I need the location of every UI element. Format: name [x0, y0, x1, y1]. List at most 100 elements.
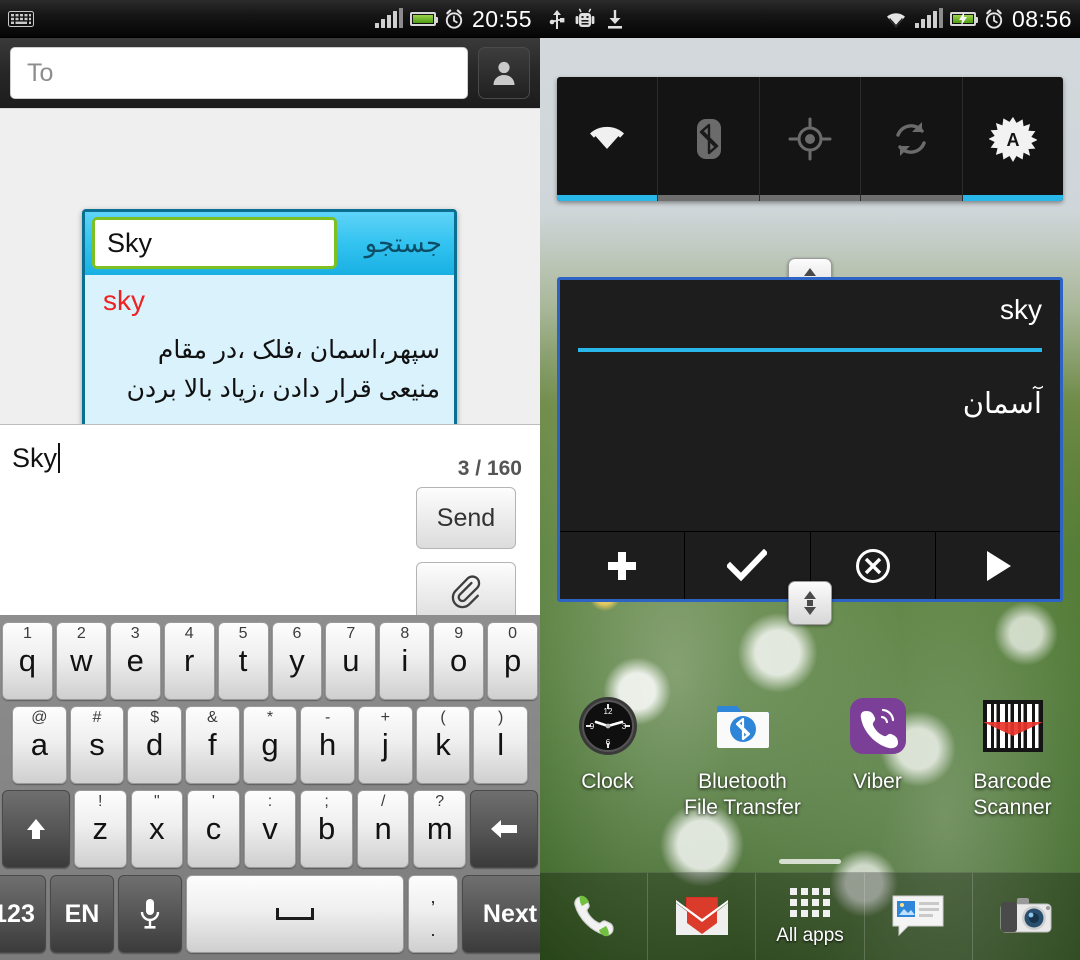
key-x[interactable]: " x	[130, 790, 184, 868]
keyboard-row-3: ! z " x ' c: v; b / n? m	[0, 787, 540, 871]
shift-key[interactable]	[2, 790, 70, 868]
key-label: y	[289, 643, 305, 678]
key-label: h	[319, 727, 337, 762]
download-icon	[604, 8, 626, 30]
key-alt-label: 3	[130, 625, 140, 642]
numeric-key[interactable]: 123	[0, 875, 46, 953]
key-alt-label: ;	[324, 793, 329, 810]
key-a[interactable]: @ a	[11, 706, 67, 784]
key-w[interactable]: 2w	[55, 622, 107, 700]
key-alt-label: &	[206, 709, 218, 726]
analog-clock-icon: 12 3 6 9	[577, 695, 639, 757]
period-label: .	[430, 920, 436, 940]
spacebar-icon	[276, 908, 314, 920]
app-label: Clock	[581, 770, 634, 793]
key-alt-label: 9	[454, 625, 464, 642]
dock-all-apps[interactable]: All apps	[756, 873, 865, 960]
svg-text:12: 12	[603, 707, 612, 716]
bluetooth-folder-icon	[712, 695, 774, 757]
key-q[interactable]: 1q	[1, 622, 53, 700]
app-viber[interactable]: Viber	[810, 695, 945, 820]
onscreen-keyboard[interactable]: 1q2w3e4r5t6y7u8i9o0p @ a # s $ d & f * g - h + j(k) l …	[0, 615, 540, 960]
message-input[interactable]: Sky	[12, 443, 61, 474]
dock-gmail[interactable]	[648, 873, 757, 960]
language-key[interactable]: EN	[50, 875, 114, 953]
key-alt-label: '	[211, 793, 215, 810]
key-s[interactable]: # s	[69, 706, 125, 784]
key-u[interactable]: 7u	[325, 622, 377, 700]
key-d[interactable]: $ d	[127, 706, 182, 784]
circle-x-icon	[854, 547, 892, 585]
key-m[interactable]: ? m	[413, 790, 467, 868]
key-r[interactable]: 4r	[163, 622, 215, 700]
key-o[interactable]: 9o	[433, 622, 485, 700]
gps-toggle[interactable]	[759, 77, 862, 201]
dock-phone[interactable]	[540, 873, 649, 960]
key-g[interactable]: * g	[242, 706, 298, 784]
compose-body: Sky جستجو sky سپهر،اسمان ،فلک ،در مقام م…	[0, 108, 540, 724]
contact-picker-button[interactable]	[478, 47, 530, 99]
left-phone-screen: 20:55 To Sky جستجو sky سپهر،اسمان ،فلک ،…	[0, 0, 540, 960]
wifi-icon	[884, 9, 908, 29]
to-input[interactable]: To	[10, 47, 468, 99]
key-alt-label: +	[380, 709, 391, 726]
dictionary-search-input[interactable]: Sky	[92, 217, 337, 269]
dictionary-search-button[interactable]: جستجو	[365, 212, 442, 275]
key-alt-label: 4	[184, 625, 194, 642]
key-alt-label: :	[267, 793, 273, 810]
key-h[interactable]: -h	[300, 706, 356, 784]
key-e[interactable]: 3e	[109, 622, 161, 700]
key-b[interactable]: ; b	[300, 790, 353, 868]
key-y[interactable]: 6y	[271, 622, 323, 700]
auto-brightness-toggle[interactable]: A	[962, 77, 1063, 201]
home-app-row: 12 3 6 9 Clock Bluetooth File Transfer V…	[540, 695, 1080, 820]
quick-settings-widget: A	[557, 77, 1063, 201]
key-k[interactable]: (k	[415, 706, 471, 784]
voice-input-key[interactable]	[118, 875, 182, 953]
key-c[interactable]: ' c	[187, 790, 240, 868]
key-f[interactable]: & f	[185, 706, 240, 784]
key-alt-label: )	[498, 709, 504, 726]
key-alt-label: /	[380, 793, 386, 810]
signal-bars-icon	[914, 8, 943, 28]
contact-avatar-icon	[489, 58, 519, 88]
widget-resize-handle-bottom[interactable]	[788, 581, 832, 625]
plus-icon	[603, 547, 641, 585]
key-p[interactable]: 0p	[487, 622, 539, 700]
add-button[interactable]	[560, 532, 686, 599]
key-t[interactable]: 5t	[217, 622, 269, 700]
sync-toggle[interactable]	[861, 77, 963, 201]
backspace-key[interactable]	[470, 790, 538, 868]
translate-widget[interactable]: sky آسمان	[557, 277, 1063, 602]
wifi-toggle[interactable]	[557, 77, 659, 201]
key-l[interactable]: ) l	[473, 706, 529, 784]
dictionary-search-row: Sky جستجو	[85, 212, 454, 275]
key-label: r	[183, 643, 195, 678]
key-i[interactable]: 8i	[379, 622, 431, 700]
punctuation-key[interactable]: , .	[408, 875, 458, 953]
send-button[interactable]: Send	[416, 487, 516, 549]
shift-up-arrow-icon	[23, 816, 49, 842]
dock-messaging[interactable]	[865, 873, 973, 960]
key-j[interactable]: + j	[358, 706, 413, 784]
next-key[interactable]: Next	[462, 875, 540, 953]
key-alt-label: *	[266, 709, 274, 726]
key-z[interactable]: ! z	[74, 790, 127, 868]
dock-camera[interactable]	[973, 873, 1080, 960]
key-label: z	[92, 811, 109, 846]
app-barcode-scanner[interactable]: Barcode Scanner	[945, 695, 1080, 820]
app-bluetooth-file-transfer[interactable]: Bluetooth File Transfer	[675, 695, 810, 820]
space-key[interactable]	[186, 875, 404, 953]
key-label: e	[126, 643, 144, 678]
translate-target-text: آسمان	[962, 388, 1042, 420]
keyboard-icon	[8, 11, 34, 27]
play-button[interactable]	[935, 532, 1060, 599]
app-clock[interactable]: 12 3 6 9 Clock	[540, 695, 675, 820]
key-n[interactable]: / n	[356, 790, 410, 868]
dictionary-query-text: Sky	[107, 227, 153, 258]
key-v[interactable]: :v	[243, 790, 297, 868]
dictionary-definition: سپهر،اسمان ،فلک ،در مقام منیعی قرار دادن…	[126, 336, 440, 403]
key-label: s	[89, 727, 105, 762]
bluetooth-toggle[interactable]	[658, 77, 760, 201]
comma-label: ,	[430, 887, 436, 907]
